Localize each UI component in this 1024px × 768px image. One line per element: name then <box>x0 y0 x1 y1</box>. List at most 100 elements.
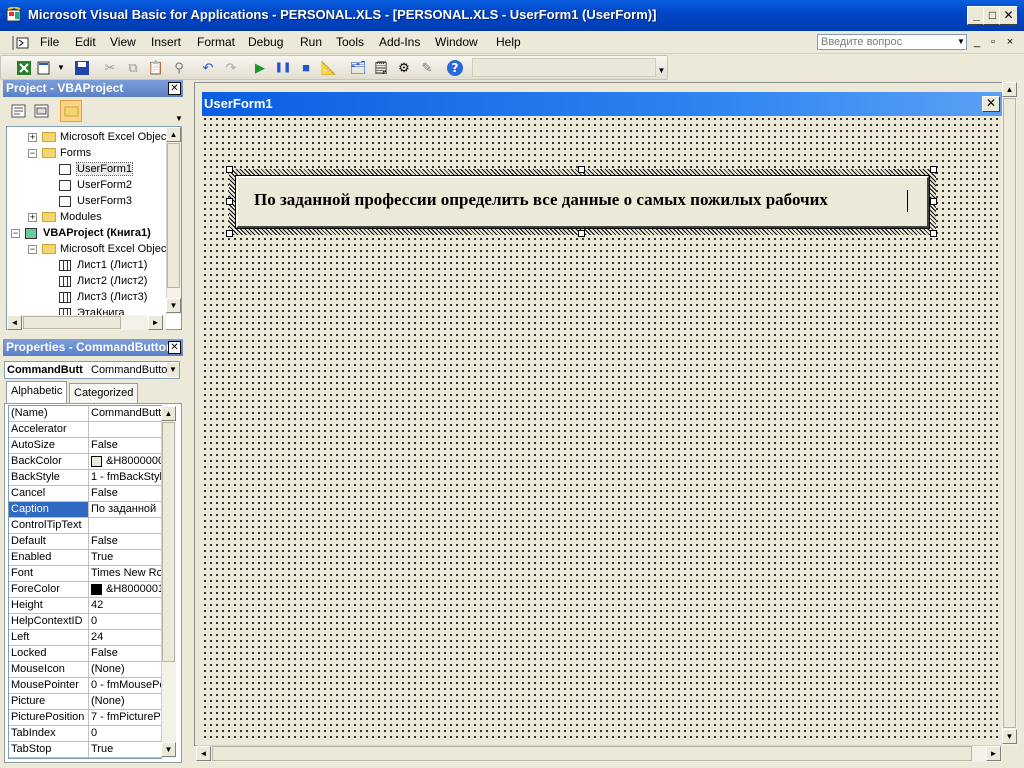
menu-tools[interactable]: Tools <box>336 35 364 49</box>
mdi-minimize-button[interactable]: _ <box>970 35 984 49</box>
project-toolbar-options-icon[interactable]: ▼ <box>175 100 183 123</box>
resize-handle-s[interactable] <box>578 230 585 237</box>
designer-hscroll-thumb[interactable] <box>212 746 972 761</box>
property-name[interactable]: Locked <box>9 646 89 661</box>
property-row[interactable]: MousePointer 0 - fmMousePo <box>9 678 161 694</box>
project-explorer-icon[interactable]: 🗂 <box>349 59 367 77</box>
property-name[interactable]: PicturePosition <box>9 710 89 725</box>
mdi-restore-button[interactable]: ▫ <box>986 35 1000 49</box>
resize-handle-n[interactable] <box>578 166 585 173</box>
property-value[interactable]: 24 <box>90 630 161 645</box>
toggle-folders-icon[interactable] <box>60 100 82 122</box>
insert-userform-icon[interactable] <box>36 59 54 77</box>
property-row[interactable]: Enabled True <box>9 550 161 566</box>
property-name[interactable]: BackColor <box>9 454 89 469</box>
properties-scroll-up-icon[interactable]: ▲ <box>161 406 176 421</box>
tree-item[interactable]: + Modules <box>7 209 177 225</box>
property-value[interactable] <box>90 518 161 533</box>
property-value[interactable]: 7 - fmPicturePo <box>90 710 161 725</box>
property-value[interactable]: (None) <box>90 694 161 709</box>
property-row[interactable]: (Name) CommandButto <box>9 406 161 422</box>
reset-icon[interactable]: ■ <box>297 59 315 77</box>
object-selector[interactable]: CommandButt CommandButto ▼ <box>4 361 180 379</box>
property-row[interactable]: ForeColor &H8000001 <box>9 582 161 598</box>
tree-item[interactable]: Лист1 (Лист1) <box>7 257 177 273</box>
close-button[interactable]: ✕ <box>999 6 1018 25</box>
property-row[interactable]: BackStyle 1 - fmBackStyle <box>9 470 161 486</box>
property-name[interactable]: ForeColor <box>9 582 89 597</box>
view-excel-icon[interactable] <box>15 59 33 77</box>
paste-icon[interactable]: 📋 <box>147 59 165 77</box>
property-name[interactable]: BackStyle <box>9 470 89 485</box>
property-name[interactable]: Font <box>9 566 89 581</box>
resize-handle-w[interactable] <box>226 198 233 205</box>
property-name[interactable]: AutoSize <box>9 438 89 453</box>
property-name[interactable]: Enabled <box>9 550 89 565</box>
menu-help[interactable]: Help <box>496 35 521 49</box>
property-row[interactable]: Picture (None) <box>9 694 161 710</box>
break-icon[interactable]: ❚❚ <box>274 59 292 77</box>
copy-icon[interactable]: ⧉ <box>124 59 142 77</box>
tree-item[interactable]: UserForm3 <box>7 193 177 209</box>
property-value[interactable]: True <box>90 550 161 565</box>
designer-scroll-up-icon[interactable]: ▲ <box>1002 82 1017 97</box>
properties-scroll-thumb[interactable] <box>162 422 175 662</box>
tree-item[interactable]: Лист3 (Лист3) <box>7 289 177 305</box>
expand-icon[interactable]: + <box>28 133 37 142</box>
menu-edit[interactable]: Edit <box>75 35 96 49</box>
property-value[interactable]: 0 <box>90 614 161 629</box>
property-row[interactable]: Default False <box>9 534 161 550</box>
property-value[interactable]: False <box>90 646 161 661</box>
property-value[interactable]: &H8000001 <box>90 582 161 597</box>
help-icon[interactable]: ? <box>446 59 464 77</box>
undo-icon[interactable]: ↶ <box>199 59 217 77</box>
tab-alphabetic[interactable]: Alphabetic <box>6 381 68 403</box>
help-dropdown-icon[interactable]: ▼ <box>955 35 967 49</box>
menu-file[interactable]: File <box>40 35 59 49</box>
property-row[interactable]: PicturePosition 7 - fmPicturePo <box>9 710 161 726</box>
object-browser-icon[interactable]: ⚙ <box>395 59 413 77</box>
property-row[interactable]: TabIndex 0 <box>9 726 161 742</box>
property-value[interactable]: &H8000000 <box>90 454 161 469</box>
menu-run[interactable]: Run <box>300 35 322 49</box>
tree-item[interactable]: − Forms <box>7 145 177 161</box>
properties-close-icon[interactable]: ✕ <box>168 341 181 354</box>
tree-item[interactable]: UserForm1 <box>7 161 177 177</box>
userform-close-icon[interactable]: ✕ <box>982 96 1000 112</box>
run-icon[interactable]: ▶ <box>251 59 269 77</box>
resize-handle-nw[interactable] <box>226 166 233 173</box>
project-tree[interactable]: + Microsoft Excel Objec − Forms UserForm1 Use… <box>6 126 182 330</box>
properties-grid[interactable]: (Name) CommandButto Accelerator AutoSize Fal… <box>8 405 162 759</box>
property-row[interactable]: MouseIcon (None) <box>9 662 161 678</box>
property-name[interactable]: Default <box>9 534 89 549</box>
collapse-icon[interactable]: − <box>28 149 37 158</box>
tree-item[interactable]: UserForm2 <box>7 177 177 193</box>
menu-format[interactable]: Format <box>197 35 235 49</box>
insert-dropdown-icon[interactable]: ▼ <box>56 59 66 77</box>
property-name[interactable]: TabStop <box>9 742 89 757</box>
property-value[interactable]: True <box>90 742 161 757</box>
view-object-icon[interactable] <box>33 102 51 120</box>
property-name[interactable]: Height <box>9 598 89 613</box>
project-scroll-up-icon[interactable]: ▲ <box>166 127 181 142</box>
project-scroll-left-icon[interactable]: ◄ <box>7 315 22 330</box>
property-row[interactable]: Cancel False <box>9 486 161 502</box>
resize-handle-sw[interactable] <box>226 230 233 237</box>
property-row[interactable]: Left 24 <box>9 630 161 646</box>
project-hscroll-thumb[interactable] <box>23 316 121 329</box>
menu-debug[interactable]: Debug <box>248 35 283 49</box>
menu-window[interactable]: Window <box>435 35 478 49</box>
designer-vscroll-thumb[interactable] <box>1003 98 1016 728</box>
property-name[interactable]: (Name) <box>9 406 89 421</box>
help-question-input[interactable]: Введите вопрос <box>817 34 967 50</box>
collapse-icon[interactable]: − <box>28 245 37 254</box>
property-value[interactable]: 0 <box>90 726 161 741</box>
property-name[interactable]: MouseIcon <box>9 662 89 677</box>
property-value[interactable]: False <box>90 438 161 453</box>
property-name[interactable]: Cancel <box>9 486 89 501</box>
property-row[interactable]: HelpContextID 0 <box>9 614 161 630</box>
resize-handle-e[interactable] <box>930 198 937 205</box>
property-row[interactable]: ControlTipText <box>9 518 161 534</box>
property-value[interactable]: False <box>90 534 161 549</box>
property-value[interactable] <box>90 422 161 437</box>
